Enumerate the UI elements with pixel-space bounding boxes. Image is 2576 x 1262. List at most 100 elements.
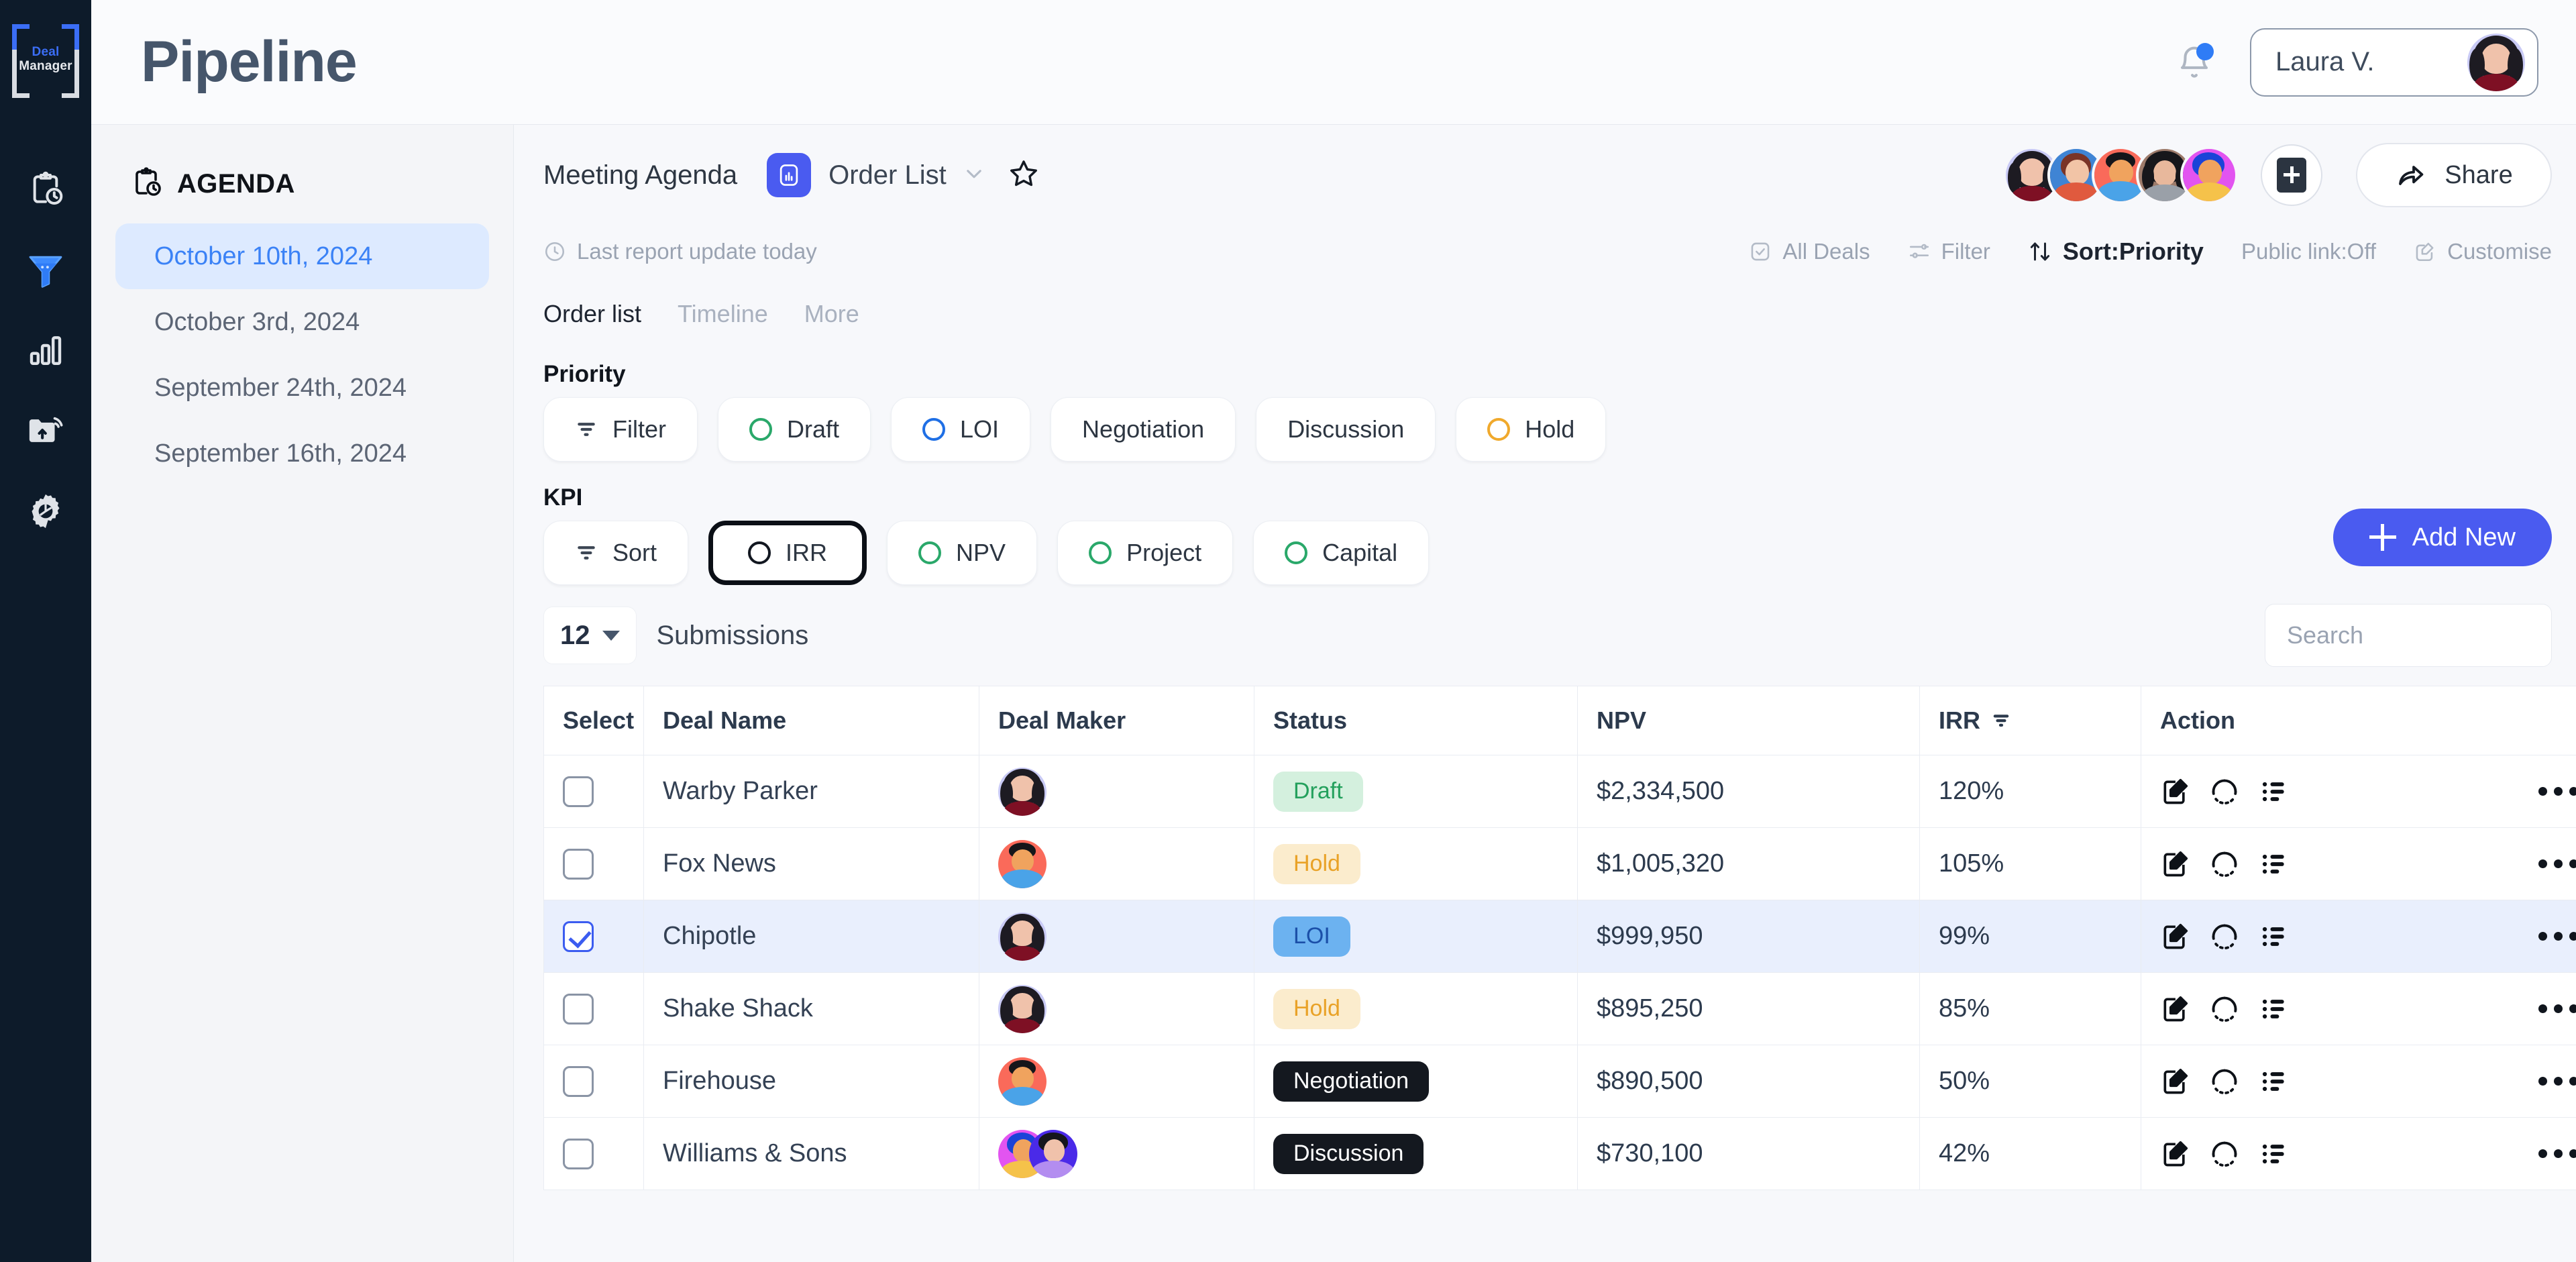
edit-square-icon[interactable]: [2160, 994, 2190, 1024]
more-dots-icon[interactable]: [2538, 1149, 2576, 1158]
row-checkbox[interactable]: [563, 1065, 594, 1097]
priority-chip-loi[interactable]: LOI: [891, 397, 1031, 462]
list-icon[interactable]: [2259, 1067, 2289, 1096]
table-row[interactable]: Firehouse Negotiation $890,500 50%: [543, 1045, 2576, 1118]
priority-chip-hold[interactable]: Hold: [1456, 397, 1607, 462]
app-root: Deal Manager Pipeline Laura V. AGENDA Oc…: [0, 0, 2576, 1262]
dotted-circle-icon[interactable]: [2210, 849, 2239, 879]
cell-select[interactable]: [543, 1118, 644, 1190]
row-checkbox[interactable]: [563, 776, 594, 807]
table-row[interactable]: Fox News Hold $1,005,320 105%: [543, 828, 2576, 900]
kpi-chip-capital[interactable]: Capital: [1253, 521, 1430, 585]
notifications-button[interactable]: [2176, 42, 2214, 81]
dotted-circle-icon[interactable]: [2210, 994, 2239, 1024]
left-rail: Deal Manager: [0, 0, 91, 1262]
row-checkbox[interactable]: [563, 848, 594, 880]
table-row[interactable]: Shake Shack Hold $895,250 85%: [543, 973, 2576, 1045]
filter-icon: [575, 418, 598, 441]
column-header-action[interactable]: Action: [2141, 686, 2576, 755]
table-row[interactable]: Williams & Sons Discussion $730,100 42%: [543, 1118, 2576, 1190]
search-input[interactable]: [2287, 621, 2576, 649]
row-checkbox[interactable]: [563, 993, 594, 1024]
all-deals-button[interactable]: All Deals: [1749, 239, 1870, 264]
edit-square-icon[interactable]: [2160, 777, 2190, 806]
customise-button[interactable]: Customise: [2414, 239, 2552, 264]
agenda-item-2[interactable]: September 24th, 2024: [115, 355, 489, 421]
add-new-button[interactable]: Add New: [2332, 509, 2552, 566]
table-row[interactable]: Warby Parker Draft $2,334,500 120%: [543, 755, 2576, 828]
public-link-toggle[interactable]: Public link:Off: [2241, 239, 2376, 264]
cell-select[interactable]: [543, 900, 644, 973]
kpi-chip-irr[interactable]: IRR: [708, 521, 867, 585]
kpi-chip-npv[interactable]: NPV: [887, 521, 1038, 585]
dotted-circle-icon[interactable]: [2210, 1139, 2239, 1169]
edit-square-icon[interactable]: [2160, 1139, 2190, 1169]
cell-select[interactable]: [543, 755, 644, 828]
cell-select[interactable]: [543, 828, 644, 900]
table-row[interactable]: Chipotle LOI $999,950 99%: [543, 900, 2576, 973]
edit-square-icon[interactable]: [2160, 922, 2190, 951]
sort-button[interactable]: Sort:Priority: [2028, 238, 2204, 266]
list-icon[interactable]: [2259, 994, 2289, 1024]
filter-icon[interactable]: [1991, 711, 2011, 731]
star-icon[interactable]: [1008, 158, 1039, 193]
row-checkbox[interactable]: [563, 921, 594, 952]
more-dots-icon[interactable]: [2538, 932, 2576, 941]
agenda-item-3[interactable]: September 16th, 2024: [115, 421, 489, 486]
priority-chip-draft[interactable]: Draft: [718, 397, 871, 462]
list-icon[interactable]: [2259, 1139, 2289, 1169]
priority-chip-discussion[interactable]: Discussion: [1256, 397, 1436, 462]
avatar-red: [998, 1057, 1046, 1106]
submissions-count-dropdown[interactable]: 12: [543, 607, 637, 664]
cell-irr: 120%: [1920, 755, 2141, 828]
cell-select[interactable]: [543, 973, 644, 1045]
chevron-down-icon[interactable]: [963, 162, 985, 189]
dotted-circle-icon[interactable]: [2210, 1067, 2239, 1096]
more-dots-icon[interactable]: [2538, 1004, 2576, 1013]
add-member-button[interactable]: [2261, 144, 2322, 206]
share-button[interactable]: Share: [2356, 143, 2552, 207]
dotted-circle-icon[interactable]: [2210, 777, 2239, 806]
more-dots-icon[interactable]: [2538, 1077, 2576, 1086]
breadcrumb: Meeting Agenda: [543, 160, 738, 190]
rail-item-bar-chart[interactable]: [25, 331, 66, 372]
more-dots-icon[interactable]: [2538, 859, 2576, 868]
kpi-sort-button[interactable]: Sort: [543, 521, 689, 585]
column-header-deal-name[interactable]: Deal Name: [644, 686, 979, 755]
list-icon[interactable]: [2259, 922, 2289, 951]
search-box[interactable]: [2265, 604, 2576, 667]
app-logo[interactable]: Deal Manager: [11, 20, 80, 99]
edit-square-icon[interactable]: [2160, 1067, 2190, 1096]
column-header-status[interactable]: Status: [1254, 686, 1578, 755]
rail-item-clipboard-clock[interactable]: [25, 170, 66, 211]
edit-square-icon[interactable]: [2160, 849, 2190, 879]
row-checkbox[interactable]: [563, 1138, 594, 1169]
user-menu[interactable]: Laura V.: [2250, 28, 2538, 97]
tab-timeline[interactable]: Timeline: [678, 300, 768, 328]
agenda-item-1[interactable]: October 3rd, 2024: [115, 289, 489, 355]
tab-more[interactable]: More: [804, 300, 859, 328]
rail-item-funnel[interactable]: [25, 250, 66, 292]
status-toolbar: Last report update today All Deals Filte…: [543, 225, 2576, 278]
rail-item-settings[interactable]: [25, 492, 66, 533]
cell-select[interactable]: [543, 1045, 644, 1118]
rail-item-folder-upload[interactable]: [25, 411, 66, 453]
collaborator-avatars[interactable]: [2003, 146, 2238, 204]
priority-chip-negotiation[interactable]: Negotiation: [1051, 397, 1236, 462]
kpi-chip-project[interactable]: Project: [1057, 521, 1234, 585]
priority-filter-button[interactable]: Filter: [543, 397, 698, 462]
dotted-circle-icon[interactable]: [2210, 922, 2239, 951]
list-icon[interactable]: [2259, 849, 2289, 879]
view-name[interactable]: Order List: [828, 160, 947, 191]
agenda-item-0[interactable]: October 10th, 2024: [115, 223, 489, 289]
bar-chart-tile-icon[interactable]: [767, 153, 812, 197]
column-header-deal-maker[interactable]: Deal Maker: [979, 686, 1254, 755]
tab-order-list[interactable]: Order list: [543, 300, 641, 328]
cell-deal-maker: [979, 1118, 1254, 1190]
column-header-irr[interactable]: IRR: [1920, 686, 2141, 755]
more-dots-icon[interactable]: [2538, 787, 2576, 796]
list-icon[interactable]: [2259, 777, 2289, 806]
column-header-select[interactable]: Select: [543, 686, 644, 755]
filter-button[interactable]: Filter: [1908, 239, 1990, 264]
column-header-npv[interactable]: NPV: [1578, 686, 1920, 755]
